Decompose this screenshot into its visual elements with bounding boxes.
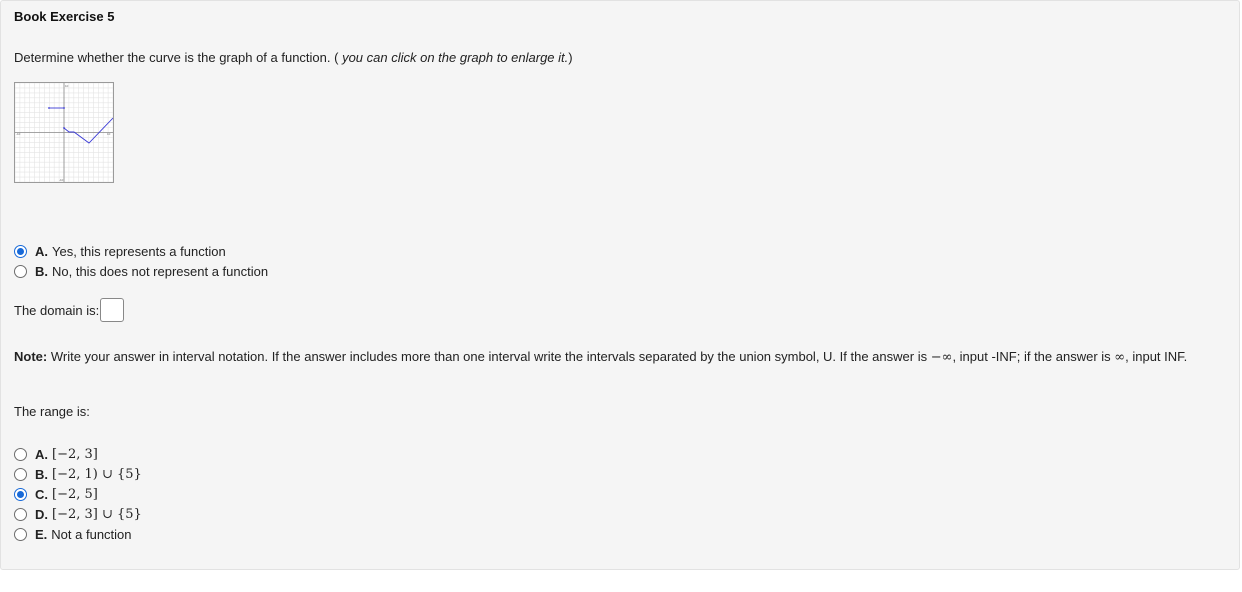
note-body-3: , input INF. — [1125, 349, 1188, 364]
pos-infinity-symbol: ∞ — [1114, 350, 1126, 365]
radio-button[interactable] — [14, 507, 27, 521]
x-axis-pos-label: 10 — [107, 132, 111, 136]
range-option-d[interactable]: D. [−2, 3] ∪ {5} — [14, 504, 142, 524]
domain-answer-input[interactable] — [100, 298, 125, 322]
option-text: [−2, 5] — [52, 486, 98, 502]
domain-label: The domain is: — [14, 302, 100, 318]
option-text: [−2, 1) ∪ {5} — [52, 466, 142, 482]
function-option-b[interactable]: B. No, this does not represent a functio… — [14, 261, 268, 281]
range-option-b[interactable]: B. [−2, 1) ∪ {5} — [14, 464, 142, 484]
option-text: Not a function — [51, 526, 132, 542]
option-letter: A. — [35, 446, 48, 462]
range-options: A. [−2, 3] B. [−2, 1) ∪ {5} C. [−2, 5] D… — [14, 444, 142, 544]
x-axis-neg-label: -10 — [16, 132, 21, 136]
option-text: No, this does not represent a function — [52, 263, 269, 279]
range-option-e[interactable]: E. Not a function — [14, 524, 142, 544]
question-text: Determine whether the curve is the graph… — [14, 50, 573, 65]
graph-thumbnail[interactable]: -10 10 10 -10 — [14, 82, 114, 183]
option-letter: E. — [35, 526, 48, 542]
option-text: Yes, this represents a function — [52, 243, 226, 259]
range-option-c[interactable]: C. [−2, 5] — [14, 484, 142, 504]
question-close: ) — [568, 50, 573, 65]
function-options: A. Yes, this represents a function B. No… — [14, 241, 268, 281]
question-hint: you can click on the graph to enlarge it… — [338, 50, 569, 65]
radio-button[interactable] — [14, 527, 27, 541]
radio-button[interactable] — [14, 264, 27, 278]
option-letter: A. — [35, 243, 48, 259]
option-letter: C. — [35, 486, 48, 502]
curve-start-point — [63, 127, 65, 129]
note-body-1: Write your answer in interval notation. … — [47, 349, 931, 364]
y-axis-pos-label: 10 — [65, 84, 69, 88]
domain-row: The domain is: — [14, 298, 125, 322]
neg-infinity-symbol: −∞ — [930, 350, 953, 365]
curve-endpoint-left — [48, 107, 50, 109]
radio-button[interactable] — [14, 244, 27, 258]
note-body-2: , input -INF; if the answer is — [952, 349, 1115, 364]
option-letter: B. — [35, 263, 48, 279]
function-option-a[interactable]: A. Yes, this represents a function — [14, 241, 268, 261]
note-text: Note: Write your answer in interval nota… — [14, 347, 1226, 368]
option-letter: B. — [35, 466, 48, 482]
range-label: The range is: — [14, 404, 90, 419]
range-option-a[interactable]: A. [−2, 3] — [14, 444, 142, 464]
radio-button[interactable] — [14, 447, 27, 461]
curve-endpoint-right — [63, 107, 65, 109]
option-text: [−2, 3] — [52, 446, 98, 462]
note-label: Note: — [14, 349, 48, 364]
radio-button[interactable] — [14, 487, 27, 501]
option-letter: D. — [35, 506, 48, 522]
exercise-title: Book Exercise 5 — [14, 9, 115, 24]
radio-button[interactable] — [14, 467, 27, 481]
y-axis-neg-label: -10 — [59, 178, 64, 182]
graph-svg: -10 10 10 -10 — [14, 82, 114, 183]
option-text: [−2, 3] ∪ {5} — [52, 506, 142, 522]
question-main: Determine whether the curve is the graph… — [14, 50, 339, 65]
exercise-panel: Book Exercise 5 Determine whether the cu… — [0, 0, 1240, 570]
